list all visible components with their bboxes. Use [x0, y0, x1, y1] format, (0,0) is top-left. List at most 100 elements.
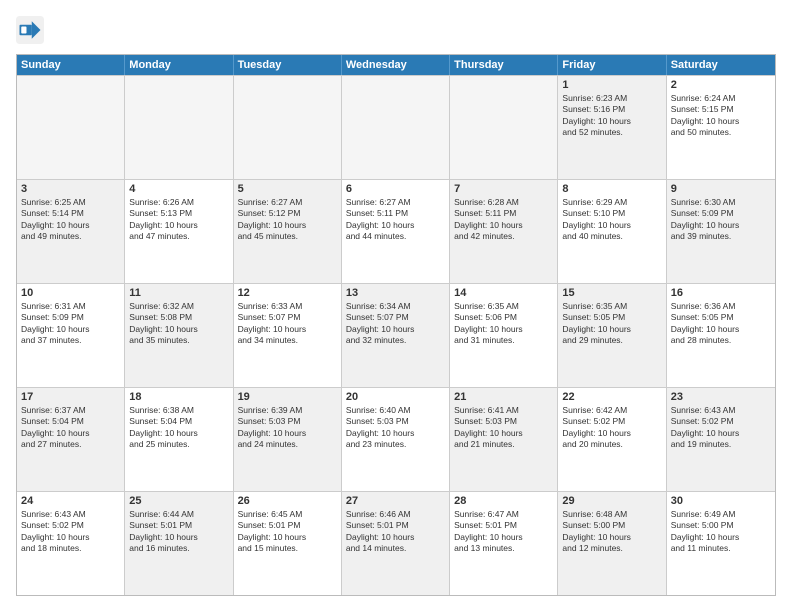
calendar-row-2: 10 Sunrise: 6:31 AM Sunset: 5:09 PM Dayli…: [17, 283, 775, 387]
day-cell-18: 18 Sunrise: 6:38 AM Sunset: 5:04 PM Dayli…: [125, 388, 233, 491]
day-cell-27: 27 Sunrise: 6:46 AM Sunset: 5:01 PM Dayli…: [342, 492, 450, 595]
day-cell-21: 21Sunrise: 6:41 AM Sunset: 5:03 PM Dayli…: [450, 388, 558, 491]
day-number: 4: [129, 183, 228, 195]
day-number: 27: [346, 495, 445, 507]
day-number: 20: [346, 391, 445, 403]
day-number: 8: [562, 183, 661, 195]
day-info: Sunrise: 6:42 AM Sunset: 5:02 PM Dayligh…: [562, 405, 661, 451]
weekday-header-wednesday: Wednesday: [342, 55, 450, 75]
day-number: 18: [129, 391, 228, 403]
day-number: 29: [562, 495, 661, 507]
day-number: 15: [562, 287, 661, 299]
day-number: 11: [129, 287, 228, 299]
logo-icon: [16, 16, 44, 44]
day-cell-10: 10 Sunrise: 6:31 AM Sunset: 5:09 PM Dayli…: [17, 284, 125, 387]
day-info: Sunrise: 6:44 AM Sunset: 5:01 PM Dayligh…: [129, 509, 228, 555]
day-cell-19: 19 Sunrise: 6:39 AM Sunset: 5:03 PM Dayli…: [234, 388, 342, 491]
day-cell-1: 1 Sunrise: 6:23 AM Sunset: 5:16 PM Daylig…: [558, 76, 666, 179]
day-info: Sunrise: 6:29 AM Sunset: 5:10 PM Dayligh…: [562, 197, 661, 243]
day-info: Sunrise: 6:27 AM Sunset: 5:12 PM Dayligh…: [238, 197, 337, 243]
day-cell-11: 11 Sunrise: 6:32 AM Sunset: 5:08 PM Dayli…: [125, 284, 233, 387]
day-number: 19: [238, 391, 337, 403]
day-number: 24: [21, 495, 120, 507]
day-info: Sunrise: 6:30 AM Sunset: 5:09 PM Dayligh…: [671, 197, 771, 243]
day-cell-13: 13Sunrise: 6:34 AM Sunset: 5:07 PM Dayli…: [342, 284, 450, 387]
day-number: 9: [671, 183, 771, 195]
calendar: SundayMondayTuesdayWednesdayThursdayFrid…: [16, 54, 776, 596]
day-cell-28: 28 Sunrise: 6:47 AM Sunset: 5:01 PM Dayli…: [450, 492, 558, 595]
day-info: Sunrise: 6:38 AM Sunset: 5:04 PM Dayligh…: [129, 405, 228, 451]
day-number: 16: [671, 287, 771, 299]
day-number: 17: [21, 391, 120, 403]
day-info: Sunrise: 6:23 AM Sunset: 5:16 PM Dayligh…: [562, 93, 661, 139]
day-cell-25: 25 Sunrise: 6:44 AM Sunset: 5:01 PM Dayli…: [125, 492, 233, 595]
day-cell-24: 24Sunrise: 6:43 AM Sunset: 5:02 PM Dayli…: [17, 492, 125, 595]
day-cell-30: 30Sunrise: 6:49 AM Sunset: 5:00 PM Dayli…: [667, 492, 775, 595]
calendar-header: SundayMondayTuesdayWednesdayThursdayFrid…: [17, 55, 775, 75]
day-number: 6: [346, 183, 445, 195]
calendar-row-4: 24Sunrise: 6:43 AM Sunset: 5:02 PM Dayli…: [17, 491, 775, 595]
header: [16, 16, 776, 44]
day-number: 22: [562, 391, 661, 403]
calendar-row-1: 3 Sunrise: 6:25 AM Sunset: 5:14 PM Daylig…: [17, 179, 775, 283]
weekday-header-friday: Friday: [558, 55, 666, 75]
empty-cell: [17, 76, 125, 179]
page: SundayMondayTuesdayWednesdayThursdayFrid…: [0, 0, 792, 612]
day-info: Sunrise: 6:35 AM Sunset: 5:06 PM Dayligh…: [454, 301, 553, 347]
day-info: Sunrise: 6:27 AM Sunset: 5:11 PM Dayligh…: [346, 197, 445, 243]
day-cell-23: 23Sunrise: 6:43 AM Sunset: 5:02 PM Dayli…: [667, 388, 775, 491]
empty-cell: [234, 76, 342, 179]
day-number: 10: [21, 287, 120, 299]
day-info: Sunrise: 6:39 AM Sunset: 5:03 PM Dayligh…: [238, 405, 337, 451]
day-cell-14: 14Sunrise: 6:35 AM Sunset: 5:06 PM Dayli…: [450, 284, 558, 387]
day-info: Sunrise: 6:26 AM Sunset: 5:13 PM Dayligh…: [129, 197, 228, 243]
weekday-header-tuesday: Tuesday: [234, 55, 342, 75]
day-number: 7: [454, 183, 553, 195]
day-info: Sunrise: 6:31 AM Sunset: 5:09 PM Dayligh…: [21, 301, 120, 347]
day-cell-6: 6 Sunrise: 6:27 AM Sunset: 5:11 PM Daylig…: [342, 180, 450, 283]
day-number: 13: [346, 287, 445, 299]
day-info: Sunrise: 6:35 AM Sunset: 5:05 PM Dayligh…: [562, 301, 661, 347]
day-info: Sunrise: 6:36 AM Sunset: 5:05 PM Dayligh…: [671, 301, 771, 347]
day-cell-26: 26 Sunrise: 6:45 AM Sunset: 5:01 PM Dayli…: [234, 492, 342, 595]
empty-cell: [450, 76, 558, 179]
calendar-body: 1 Sunrise: 6:23 AM Sunset: 5:16 PM Daylig…: [17, 75, 775, 595]
weekday-header-monday: Monday: [125, 55, 233, 75]
day-number: 3: [21, 183, 120, 195]
day-info: Sunrise: 6:49 AM Sunset: 5:00 PM Dayligh…: [671, 509, 771, 555]
day-cell-12: 12 Sunrise: 6:33 AM Sunset: 5:07 PM Dayli…: [234, 284, 342, 387]
day-cell-7: 7Sunrise: 6:28 AM Sunset: 5:11 PM Daylig…: [450, 180, 558, 283]
day-info: Sunrise: 6:47 AM Sunset: 5:01 PM Dayligh…: [454, 509, 553, 555]
weekday-header-sunday: Sunday: [17, 55, 125, 75]
day-info: Sunrise: 6:24 AM Sunset: 5:15 PM Dayligh…: [671, 93, 771, 139]
day-info: Sunrise: 6:43 AM Sunset: 5:02 PM Dayligh…: [671, 405, 771, 451]
day-info: Sunrise: 6:45 AM Sunset: 5:01 PM Dayligh…: [238, 509, 337, 555]
day-info: Sunrise: 6:40 AM Sunset: 5:03 PM Dayligh…: [346, 405, 445, 451]
day-number: 25: [129, 495, 228, 507]
empty-cell: [342, 76, 450, 179]
day-cell-29: 29 Sunrise: 6:48 AM Sunset: 5:00 PM Dayli…: [558, 492, 666, 595]
calendar-row-3: 17 Sunrise: 6:37 AM Sunset: 5:04 PM Dayli…: [17, 387, 775, 491]
day-number: 1: [562, 79, 661, 91]
day-info: Sunrise: 6:32 AM Sunset: 5:08 PM Dayligh…: [129, 301, 228, 347]
day-info: Sunrise: 6:25 AM Sunset: 5:14 PM Dayligh…: [21, 197, 120, 243]
day-cell-2: 2 Sunrise: 6:24 AM Sunset: 5:15 PM Daylig…: [667, 76, 775, 179]
weekday-header-saturday: Saturday: [667, 55, 775, 75]
day-number: 26: [238, 495, 337, 507]
day-number: 2: [671, 79, 771, 91]
day-cell-17: 17 Sunrise: 6:37 AM Sunset: 5:04 PM Dayli…: [17, 388, 125, 491]
weekday-header-thursday: Thursday: [450, 55, 558, 75]
logo: [16, 16, 48, 44]
day-cell-9: 9 Sunrise: 6:30 AM Sunset: 5:09 PM Daylig…: [667, 180, 775, 283]
day-info: Sunrise: 6:37 AM Sunset: 5:04 PM Dayligh…: [21, 405, 120, 451]
day-cell-22: 22 Sunrise: 6:42 AM Sunset: 5:02 PM Dayli…: [558, 388, 666, 491]
day-info: Sunrise: 6:33 AM Sunset: 5:07 PM Dayligh…: [238, 301, 337, 347]
day-number: 12: [238, 287, 337, 299]
day-cell-20: 20 Sunrise: 6:40 AM Sunset: 5:03 PM Dayli…: [342, 388, 450, 491]
day-cell-3: 3 Sunrise: 6:25 AM Sunset: 5:14 PM Daylig…: [17, 180, 125, 283]
day-info: Sunrise: 6:41 AM Sunset: 5:03 PM Dayligh…: [454, 405, 553, 451]
day-info: Sunrise: 6:46 AM Sunset: 5:01 PM Dayligh…: [346, 509, 445, 555]
day-cell-15: 15 Sunrise: 6:35 AM Sunset: 5:05 PM Dayli…: [558, 284, 666, 387]
day-number: 28: [454, 495, 553, 507]
day-info: Sunrise: 6:48 AM Sunset: 5:00 PM Dayligh…: [562, 509, 661, 555]
